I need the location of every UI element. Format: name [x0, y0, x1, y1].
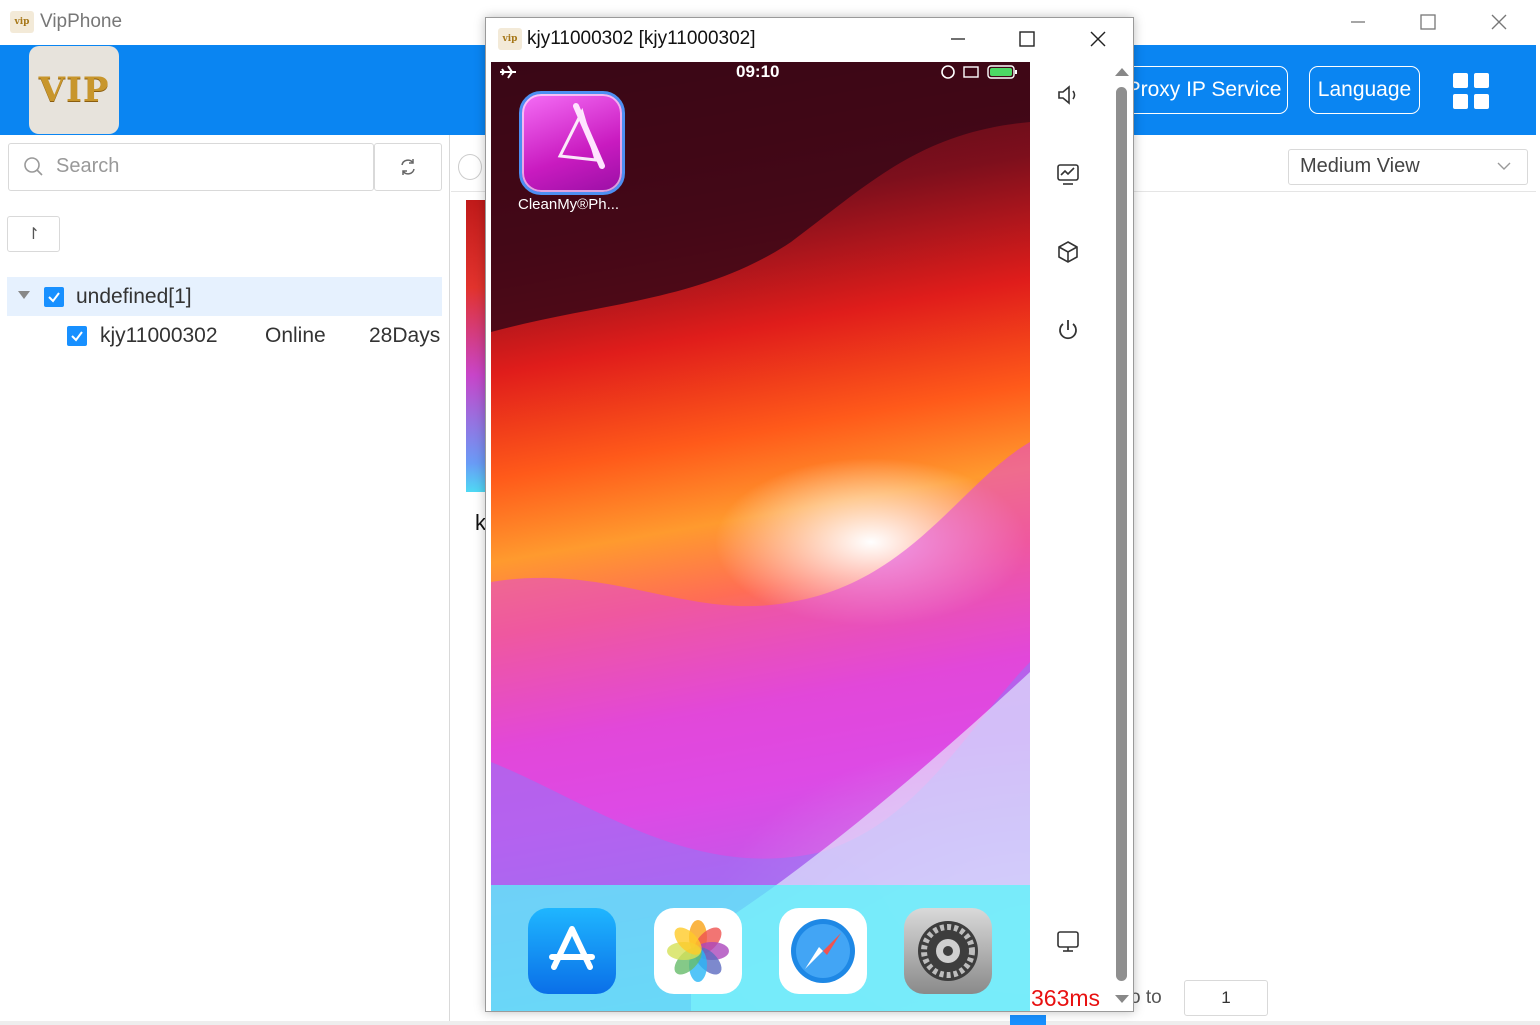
device-maximize-button[interactable]	[1009, 22, 1045, 56]
window-title: VipPhone	[40, 11, 123, 32]
status-bar-icons	[941, 65, 1017, 79]
desktop-icon[interactable]	[1054, 927, 1082, 955]
device-group-row[interactable]	[7, 277, 442, 316]
scroll-down-arrow-icon[interactable]	[1115, 995, 1129, 1003]
gear-icon	[918, 921, 978, 981]
device-sidebar	[0, 135, 450, 1025]
close-icon	[1491, 14, 1507, 30]
group-checkbox[interactable]	[44, 287, 64, 307]
cleanmyphone-glyph	[557, 103, 605, 169]
app-store-icon[interactable]	[528, 908, 616, 994]
app-store-glyph	[549, 926, 595, 970]
group-label: undefined[1]	[76, 285, 192, 308]
select-all-radio[interactable]	[458, 154, 482, 180]
cleanmyphone-icon[interactable]	[519, 91, 625, 195]
pagination-active[interactable]	[1010, 1015, 1046, 1025]
photos-glyph	[667, 920, 729, 982]
minimize-icon	[1351, 21, 1365, 23]
app-logo-icon: vip	[10, 11, 34, 33]
status-bar-time: 09:10	[736, 62, 780, 81]
app-label: CleanMy®Ph...	[518, 196, 620, 213]
grid-icon[interactable]	[1453, 73, 1489, 109]
device-minimize-button[interactable]	[940, 22, 976, 56]
maximize-button[interactable]	[1410, 6, 1446, 38]
close-button[interactable]	[1481, 6, 1517, 38]
sort-icon: ↾	[26, 226, 41, 243]
scrollbar-thumb[interactable]	[1116, 87, 1127, 981]
device-name[interactable]: kjy11000302	[100, 324, 218, 348]
maximize-icon	[1019, 31, 1035, 47]
refresh-button[interactable]	[374, 143, 442, 191]
view-size-value: Medium View	[1300, 155, 1420, 177]
check-icon	[71, 331, 83, 342]
airplay-icon	[963, 66, 979, 78]
rotation-lock-icon	[941, 65, 955, 79]
airplane-mode-icon	[500, 65, 516, 79]
device-days: 28Days	[369, 324, 441, 347]
page-number-input[interactable]: 1	[1184, 980, 1268, 1016]
minimize-button[interactable]	[1340, 6, 1376, 38]
close-icon	[1090, 31, 1106, 47]
go-to-label: o to	[1130, 987, 1162, 1008]
scroll-up-arrow-icon[interactable]	[1115, 68, 1129, 76]
sort-button[interactable]: ↾	[7, 216, 60, 252]
cube-icon[interactable]	[1054, 238, 1082, 266]
language-button[interactable]: Language	[1309, 66, 1420, 114]
latency-indicator: 363ms	[1031, 985, 1101, 1011]
volume-icon[interactable]	[1054, 81, 1082, 109]
power-icon[interactable]	[1054, 316, 1082, 344]
device-close-button[interactable]	[1080, 22, 1116, 56]
proxy-ip-service-button[interactable]: Proxy IP Service	[1120, 66, 1288, 114]
bottom-border	[0, 1021, 1540, 1025]
device-checkbox[interactable]	[67, 326, 87, 346]
safari-glyph	[791, 919, 855, 983]
maximize-icon	[1420, 14, 1436, 30]
device-status: Online	[265, 324, 326, 347]
device-window-logo-icon: vip	[498, 28, 522, 50]
expand-caret-icon[interactable]	[18, 291, 30, 299]
photos-icon[interactable]	[654, 908, 742, 994]
vip-logo-text: VIP	[38, 70, 110, 110]
check-icon	[48, 292, 60, 303]
safari-icon[interactable]	[779, 908, 867, 994]
minimize-icon	[951, 38, 965, 40]
device-window-title: kjy11000302 [kjy11000302]	[527, 28, 756, 49]
settings-icon[interactable]	[904, 908, 992, 994]
chevron-down-icon	[1497, 162, 1511, 170]
search-placeholder: Search	[56, 155, 120, 177]
vip-logo: VIP	[29, 46, 119, 134]
screen-monitor-icon[interactable]	[1054, 160, 1082, 188]
refresh-icon	[401, 159, 415, 175]
search-icon	[24, 157, 43, 176]
